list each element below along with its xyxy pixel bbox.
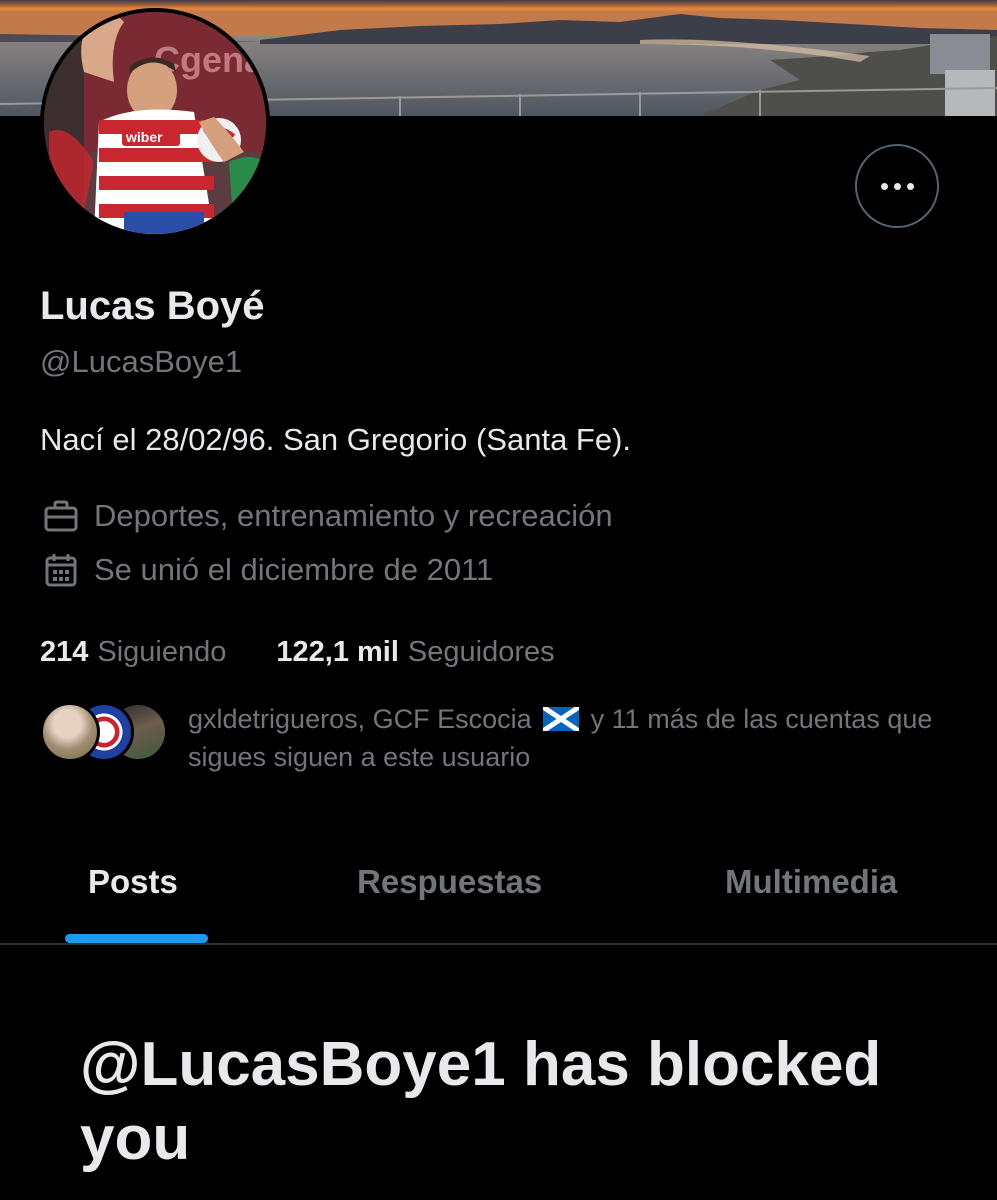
followers-you-know-text: gxldetrigueros, GCF Escocia y 11 más de … bbox=[188, 700, 978, 776]
followers-you-know[interactable]: gxldetrigueros, GCF Escocia y 11 más de … bbox=[40, 700, 978, 776]
profile-handle: @LucasBoye1 bbox=[40, 344, 243, 379]
profile-joined-date: Se unió el diciembre de 2011 bbox=[40, 548, 493, 592]
scotland-flag-icon bbox=[543, 707, 580, 731]
profile-display-name: Lucas Boyé bbox=[40, 284, 265, 328]
svg-text:wiber: wiber bbox=[125, 129, 163, 145]
followers-you-know-names: gxldetrigueros, GCF Escocia bbox=[188, 704, 532, 734]
tab-media[interactable]: Multimedia bbox=[725, 840, 897, 944]
active-tab-indicator bbox=[65, 934, 208, 943]
following-count: 214 bbox=[40, 636, 89, 668]
followers-label: Seguidores bbox=[407, 636, 555, 668]
tabs-divider bbox=[0, 943, 997, 945]
mutual-followers-avatars bbox=[40, 700, 180, 762]
followers-count: 122,1 mil bbox=[276, 636, 399, 668]
following-label: Siguiendo bbox=[97, 636, 227, 668]
profile-avatar[interactable]: Cgena wiber bbox=[40, 8, 270, 238]
briefcase-icon bbox=[40, 495, 82, 537]
category-label: Deportes, entrenamiento y recreación bbox=[94, 498, 613, 533]
profile-tabs: Posts Respuestas Multimedia bbox=[0, 840, 997, 944]
followers-link[interactable]: 122,1 mil Seguidores bbox=[276, 630, 554, 674]
following-link[interactable]: 214 Siguiendo bbox=[40, 630, 226, 674]
tab-replies[interactable]: Respuestas bbox=[357, 840, 542, 944]
mutual-follower-avatar bbox=[40, 702, 100, 762]
calendar-icon bbox=[40, 549, 82, 591]
avatar-image: Cgena wiber bbox=[44, 12, 266, 234]
blocked-message: @LucasBoye1 has blocked you bbox=[80, 1030, 882, 1173]
tab-posts[interactable]: Posts bbox=[88, 840, 178, 944]
joined-label: Se unió el diciembre de 2011 bbox=[94, 552, 494, 587]
profile-bio: Nací el 28/02/96. San Gregorio (Santa Fe… bbox=[40, 422, 632, 457]
profile-category: Deportes, entrenamiento y recreación bbox=[40, 494, 613, 538]
more-options-button[interactable] bbox=[855, 144, 939, 228]
more-options-icon bbox=[880, 182, 914, 190]
profile-stats: 214 Siguiendo 122,1 mil Seguidores bbox=[40, 630, 555, 674]
